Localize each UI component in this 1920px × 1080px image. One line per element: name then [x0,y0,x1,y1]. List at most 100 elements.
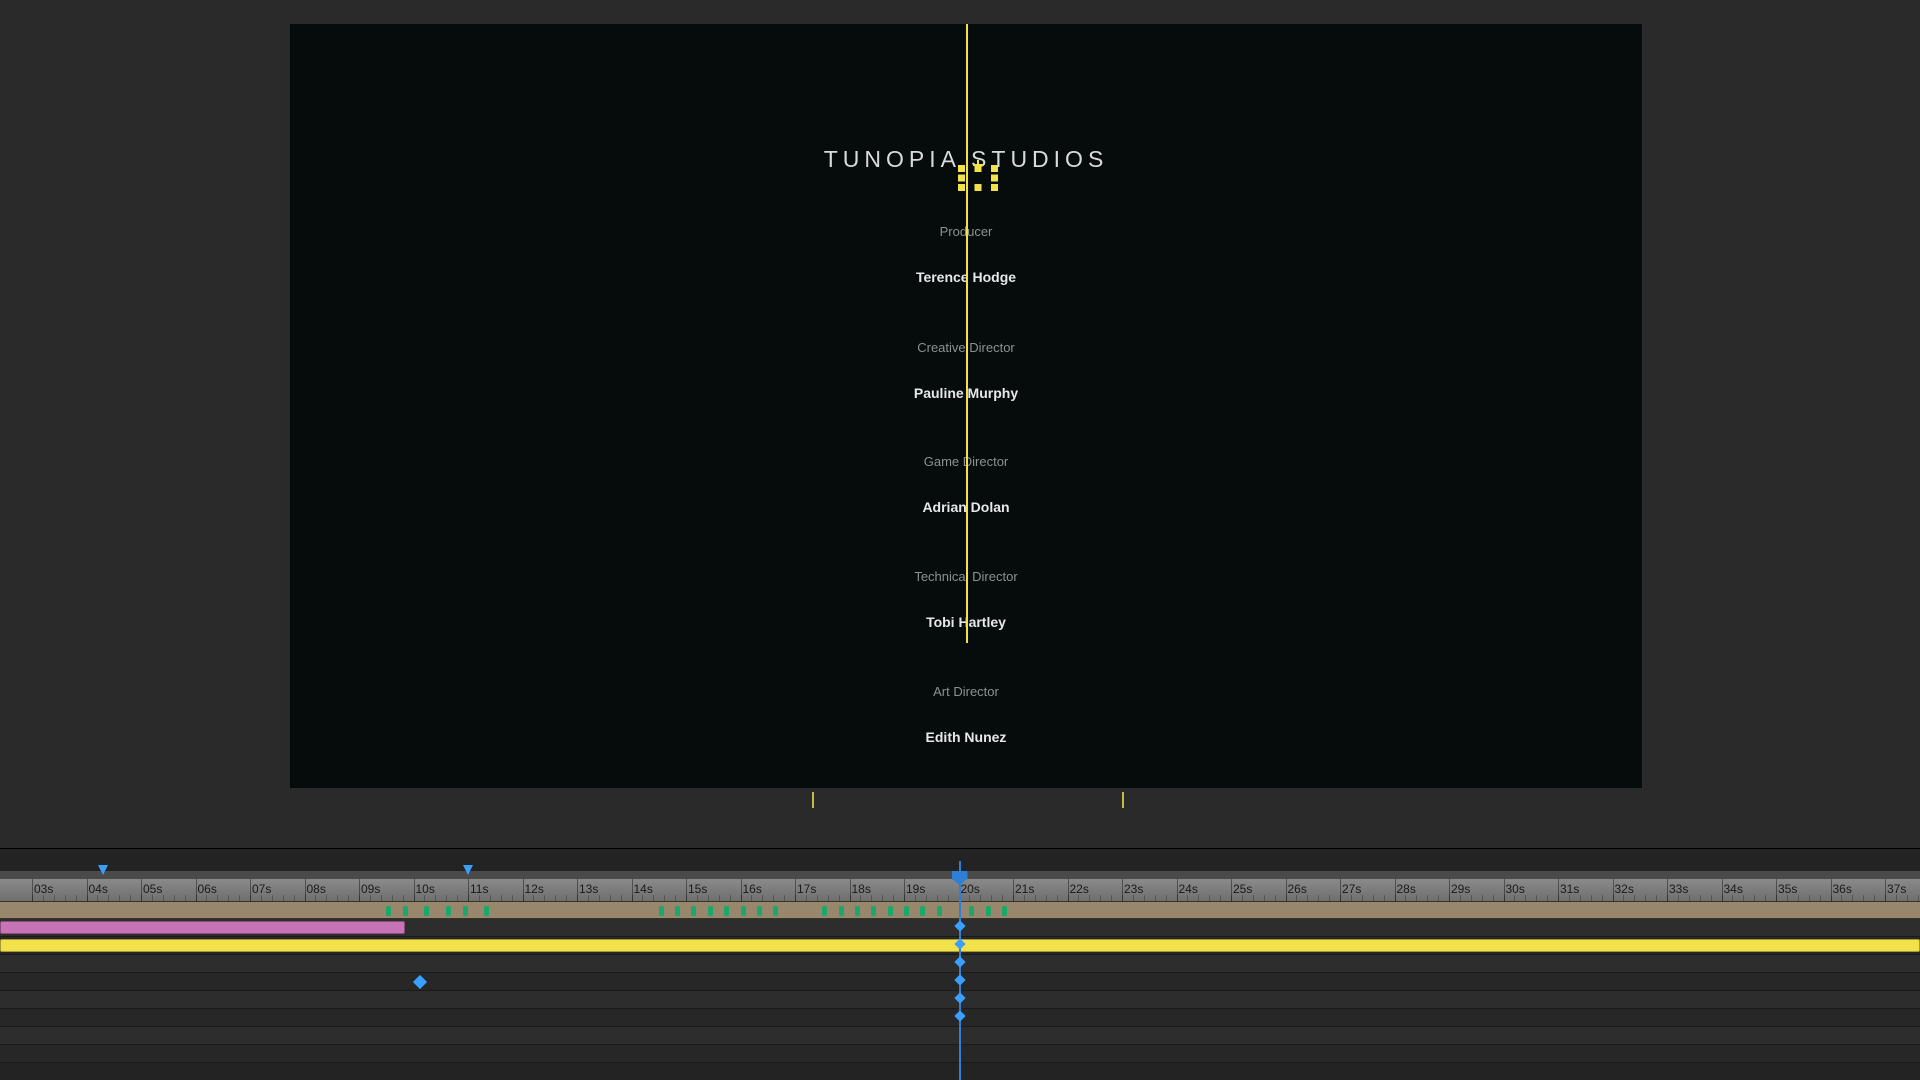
ruler-tick[interactable]: 22s [1068,879,1123,901]
ruler-tick[interactable]: 09s [359,879,414,901]
composition-marker[interactable] [839,906,844,916]
composition-marker[interactable] [741,906,746,916]
ruler-tick[interactable]: 13s [577,879,632,901]
ruler-tick-label: 11s [470,882,488,896]
ruler-tick[interactable]: 08s [305,879,360,901]
ruler-tick-label: 16s [743,882,762,896]
composition-marker[interactable] [463,906,468,916]
ruler-tick[interactable]: 26s [1286,879,1341,901]
navigator-marker[interactable] [1122,792,1124,808]
playhead-tick-icon [954,920,965,931]
ruler-tick-label: 15s [688,882,707,896]
ruler-tick[interactable]: 04s [87,879,142,901]
resize-handle[interactable] [958,165,965,172]
composition-marker[interactable] [1002,906,1007,916]
composition-marker[interactable] [484,906,489,916]
resize-handle[interactable] [975,184,982,191]
ruler-tick[interactable]: 17s [795,879,850,901]
ruler-tick[interactable]: 20s [959,879,1014,901]
ruler-tick-label: 30s [1506,882,1525,896]
ruler-tick[interactable]: 03s [32,879,87,901]
composition-marker[interactable] [446,906,451,916]
ruler-tick[interactable]: 18s [850,879,905,901]
ruler-tick-label: 06s [198,882,217,896]
work-area-end-handle[interactable] [463,865,473,875]
ruler-tick-label: 34s [1724,882,1743,896]
center-guide-line [966,24,968,643]
ruler-tick[interactable]: 35s [1776,879,1831,901]
ruler-tick[interactable]: 29s [1449,879,1504,901]
resize-handle[interactable] [991,165,998,172]
composition-marker[interactable] [708,906,713,916]
composition-marker[interactable] [675,906,680,916]
ruler-tick[interactable]: 06s [196,879,251,901]
composition-marker[interactable] [773,906,778,916]
ruler-tick[interactable]: 21s [1013,879,1068,901]
ruler-tick[interactable]: 36s [1831,879,1886,901]
ruler-tick[interactable]: 28s [1395,879,1450,901]
composition-marker[interactable] [822,906,827,916]
ruler-tick-label: 19s [906,882,925,896]
composition-marker[interactable] [871,906,876,916]
ruler-tick[interactable]: 30s [1504,879,1559,901]
composition-marker[interactable] [920,906,925,916]
ruler-tick[interactable]: 07s [250,879,305,901]
ruler-tick[interactable]: 25s [1231,879,1286,901]
composition-marker[interactable] [969,906,974,916]
resize-handle[interactable] [991,184,998,191]
composition-marker[interactable] [855,906,860,916]
credit-role: Art Director [290,684,1642,699]
ruler-tick-label: 03s [34,882,53,896]
ruler-tick[interactable]: 37s [1885,879,1920,901]
composition-marker[interactable] [888,906,893,916]
time-navigator-strip[interactable] [0,788,1920,810]
ruler-tick[interactable]: 27s [1340,879,1395,901]
composition-marker[interactable] [659,906,664,916]
ruler-tick-label: 09s [361,882,380,896]
composition-marker[interactable] [424,906,429,916]
ruler-tick[interactable]: 10s [414,879,469,901]
ruler-tick-label: 14s [634,882,653,896]
composition-marker[interactable] [904,906,909,916]
composition-marker[interactable] [937,906,942,916]
ruler-tick-label: 04s [89,882,108,896]
credit-block: Art Director Edith Nunez [290,684,1642,745]
ruler-tick[interactable]: 19s [904,879,959,901]
ruler-tick[interactable]: 23s [1122,879,1177,901]
ruler-tick[interactable]: 32s [1613,879,1668,901]
resize-handle[interactable] [958,175,965,182]
ruler-tick-label: 37s [1887,882,1906,896]
ruler-tick[interactable]: 31s [1558,879,1613,901]
preview-area: TUNOPIA STUDIOS Producer Terence Hodge C… [0,0,1920,815]
ruler-tick[interactable]: 12s [523,879,578,901]
ruler-tick[interactable]: 15s [686,879,741,901]
ruler-tick[interactable]: 34s [1722,879,1777,901]
composition-marker[interactable] [386,906,391,916]
ruler-tick[interactable]: 11s [468,879,523,901]
ruler-tick-label: 07s [252,882,271,896]
resize-handle[interactable] [958,184,965,191]
ruler-tick[interactable]: 14s [632,879,687,901]
navigator-marker[interactable] [812,792,814,808]
composition-marker[interactable] [986,906,991,916]
ruler-tick-label: 05s [143,882,162,896]
composition-marker[interactable] [757,906,762,916]
ruler-tick-label: 23s [1124,882,1143,896]
playhead-tick-icon [954,956,965,967]
resize-handle[interactable] [975,165,982,172]
ruler-tick-label: 24s [1179,882,1198,896]
ruler-tick[interactable]: 24s [1177,879,1232,901]
playhead-tick-icon [954,974,965,985]
keyframe-icon[interactable] [413,975,427,989]
ruler-tick-label: 33s [1669,882,1688,896]
layer-clip[interactable] [0,921,405,934]
ruler-tick[interactable]: 33s [1667,879,1722,901]
work-area-start-handle[interactable] [98,865,108,875]
composition-marker[interactable] [403,906,408,916]
selection-bounding-box[interactable] [958,165,998,191]
resize-handle[interactable] [991,175,998,182]
composition-marker[interactable] [724,906,729,916]
ruler-tick[interactable]: 16s [741,879,796,901]
composition-marker[interactable] [691,906,696,916]
ruler-tick[interactable]: 05s [141,879,196,901]
